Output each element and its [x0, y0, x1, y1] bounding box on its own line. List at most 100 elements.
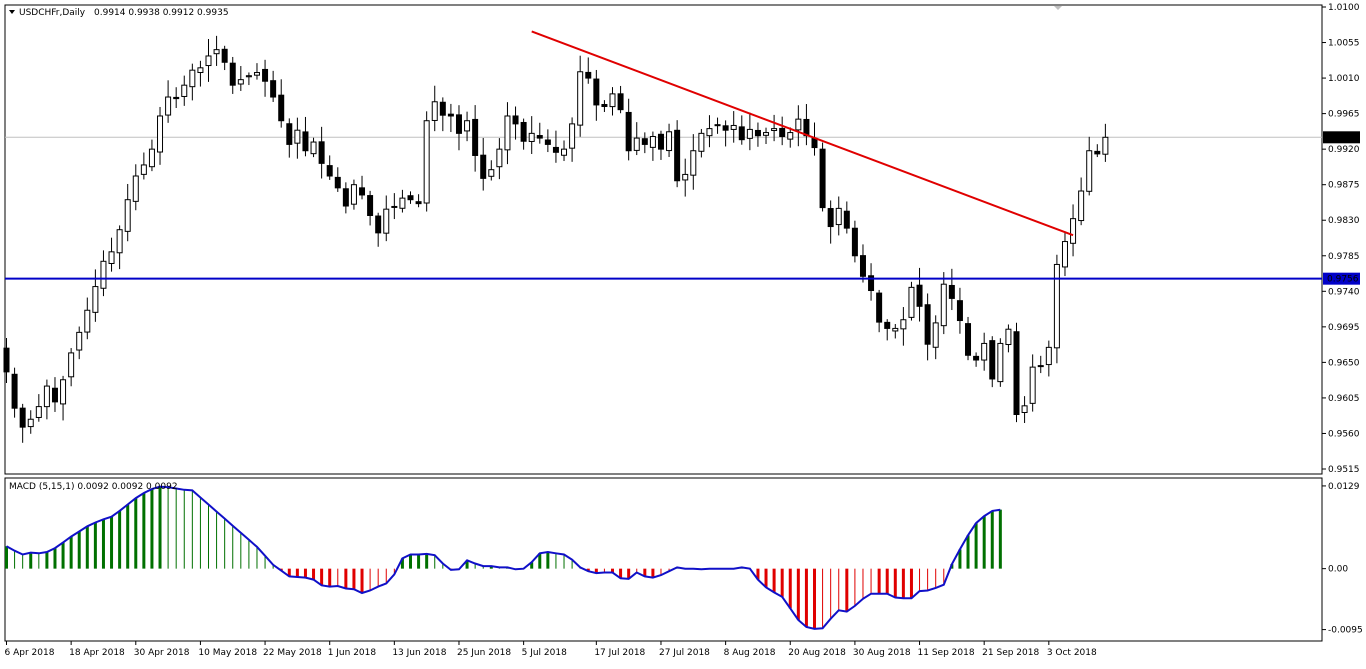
symbol-label: USDCHFr,Daily: [19, 8, 86, 18]
time-tick-label: 20 Aug 2018: [788, 648, 846, 658]
candle-body-bear: [367, 195, 374, 216]
candle-body-bear: [924, 304, 931, 345]
candle-body-bull: [1021, 405, 1028, 414]
candle-body-bull: [213, 49, 220, 55]
candle-body-bear: [819, 148, 826, 209]
candle-body-bull: [795, 118, 802, 131]
candle-body-bear: [278, 94, 285, 122]
candle-body-bear: [738, 126, 745, 141]
price-tick-label: 0.9965: [1328, 110, 1360, 120]
candle-body-bear: [221, 48, 228, 63]
macd-indicator-label: MACD (5,15,1) 0.0092 0.0092 0.0092: [9, 482, 178, 492]
price-tick-label: 0.9740: [1328, 287, 1360, 297]
candle-body-bear: [973, 355, 980, 361]
candle-body-bull: [350, 184, 357, 205]
candle: [997, 338, 1004, 387]
price-tick-label: 0.9920: [1328, 145, 1360, 155]
candle-body-bear: [439, 101, 446, 116]
candle-body-bear: [948, 284, 955, 299]
candle-body-bear: [415, 201, 422, 205]
time-tick-label: 17 Jul 2018: [594, 648, 645, 658]
candle-body-bull: [1086, 150, 1093, 192]
chart-canvas[interactable]: 1.0100 1.0055 1.0010 0.9965 0.9920 0.9875 0.98…: [0, 0, 1366, 665]
candle-body-bear: [286, 123, 293, 145]
candle-body-bull: [68, 352, 75, 378]
candle-body-bull: [1029, 366, 1036, 404]
candle-body-bull: [124, 199, 131, 232]
candle-body-bull: [181, 84, 188, 97]
candle-body-bull: [310, 141, 317, 155]
candle-body-bear: [334, 176, 341, 189]
candle-body-bull: [609, 93, 616, 108]
candle-body-bear: [916, 284, 923, 307]
time-tick-label: 11 Sep 2018: [918, 648, 975, 658]
candle-body-bear: [843, 210, 850, 229]
candle-body-bull: [835, 207, 842, 226]
price-tick-label: 0.9650: [1328, 358, 1360, 368]
candle-body-bull: [649, 136, 656, 148]
candle-body-bear: [779, 127, 786, 138]
time-tick-label: 25 Jun 2018: [457, 648, 511, 658]
candle-body-bull: [504, 115, 511, 151]
time-tick-label: 1 Jun 2018: [328, 648, 377, 658]
candle-body-bull: [1053, 263, 1060, 349]
candle-body-bear: [827, 208, 834, 228]
chart-window[interactable]: 1.0100 1.0055 1.0010 0.9965 0.9920 0.9875 0.98…: [0, 0, 1366, 665]
candle-body-bear: [585, 71, 592, 79]
candle-body-bull: [431, 101, 438, 121]
price-tick-label: 1.0100: [1328, 3, 1360, 13]
time-tick-label: 10 May 2018: [198, 648, 257, 658]
macd-pane-frame: [4, 477, 1323, 642]
candle-body-bear: [19, 407, 26, 428]
price-tick-label: 0.9830: [1328, 216, 1360, 226]
candle: [908, 281, 915, 321]
candle-body-bear: [552, 146, 559, 153]
candle-body-bull: [981, 342, 988, 361]
current-price-label: 0.9935: [1327, 133, 1359, 143]
candle-body-bear: [965, 323, 972, 356]
candle-body-bull: [714, 124, 721, 127]
time-tick-label: 30 Aug 2018: [853, 648, 911, 658]
macd-tick-label: 0.0129: [1328, 482, 1360, 492]
candle-body-bear: [593, 78, 600, 106]
candle-body-bear: [884, 321, 891, 329]
candle-body-bull: [43, 385, 50, 408]
candle-body-bull: [100, 260, 107, 289]
candle: [965, 316, 972, 361]
time-tick-label: 3 Oct 2018: [1047, 648, 1097, 658]
candle: [674, 120, 681, 188]
candle-body-bear: [173, 96, 180, 100]
candle-body-bear: [1037, 365, 1044, 368]
price-tick-label: 1.0010: [1328, 74, 1360, 84]
candle-body-bear: [536, 135, 543, 139]
candle-body-bear: [641, 138, 648, 145]
candle: [1053, 254, 1060, 364]
candle-body-bull: [35, 406, 42, 418]
candle-body-bear: [318, 141, 325, 164]
candle-body-bull: [1061, 241, 1068, 268]
time-tick-label: 30 Apr 2018: [134, 648, 190, 658]
candle-body-bear: [326, 165, 333, 177]
candle-body-bull: [496, 148, 503, 168]
candle-body-bear: [11, 373, 18, 409]
candle-body-bear: [859, 255, 866, 277]
candle-body-bear: [512, 115, 519, 125]
price-tick-label: 0.9875: [1328, 181, 1360, 191]
candle-body-bull: [189, 69, 196, 88]
candle-body-bull: [383, 208, 390, 234]
time-tick-label: 22 May 2018: [263, 648, 322, 658]
candle-body-bull: [892, 327, 899, 332]
candle-body-bull: [140, 164, 147, 175]
candle-body-bull: [165, 96, 172, 116]
candle-body-bear: [1094, 150, 1101, 155]
candle-body-bear: [262, 68, 269, 82]
support-price-label: 0.9756: [1327, 275, 1359, 285]
candle-body-bear: [229, 62, 236, 86]
time-tick-label: 27 Jul 2018: [659, 648, 710, 658]
candle-body-bull: [577, 71, 584, 126]
candle-body-bull: [108, 251, 115, 264]
candle-body-bull: [253, 72, 260, 76]
price-tick-label: 0.9695: [1328, 323, 1360, 333]
candle-body-bull: [908, 286, 915, 318]
time-tick-label: 5 Jul 2018: [522, 648, 567, 658]
